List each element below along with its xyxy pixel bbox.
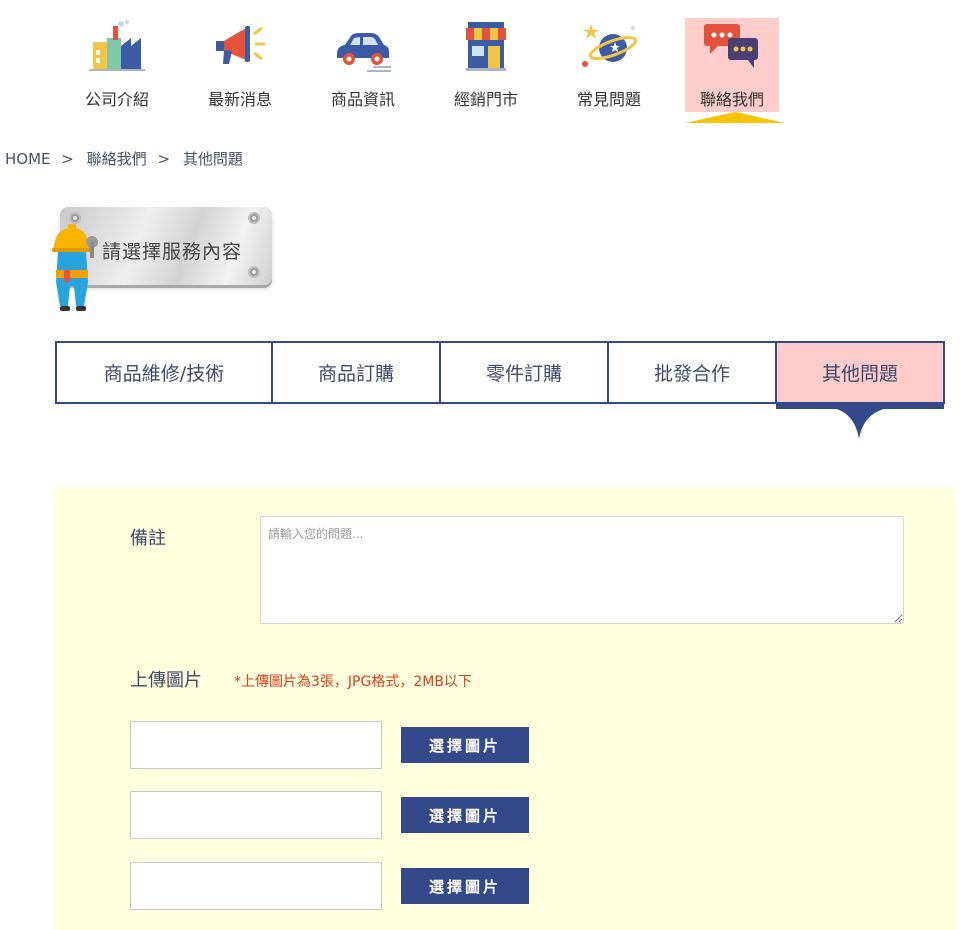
main-nav: 公司介紹 最新消息 商品資訊 經銷門市 常見問題 聯絡我們: [0, 0, 967, 130]
nav-item-company[interactable]: 公司介紹: [70, 18, 164, 112]
nav-label: 公司介紹: [84, 90, 149, 109]
service-plate-label: 請選擇服務內容: [102, 241, 243, 263]
nav-item-contact[interactable]: 聯絡我們: [685, 18, 779, 112]
megaphone-icon: [216, 26, 265, 64]
upload-label: 上傳圖片: [130, 670, 202, 691]
active-tab-pointer-icon: [826, 405, 896, 439]
nav-item-faq[interactable]: 常見問題: [562, 18, 656, 112]
tab-product-order[interactable]: 商品訂購: [273, 341, 441, 404]
upload-file-field-2[interactable]: [130, 791, 382, 839]
choose-image-button-1[interactable]: 選擇圖片: [401, 727, 529, 763]
tab-other[interactable]: 其他問題: [777, 341, 945, 404]
nav-label: 經銷門市: [453, 90, 518, 109]
upload-note: *上傳圖片為3張，JPG格式，2MB以下: [234, 674, 472, 690]
breadcrumb-contact[interactable]: 聯絡我們: [87, 150, 147, 168]
breadcrumb-separator: >: [61, 150, 74, 168]
nav-label: 常見問題: [576, 90, 641, 109]
nav-item-news[interactable]: 最新消息: [193, 18, 287, 112]
tab-wholesale[interactable]: 批發合作: [609, 341, 777, 404]
screw-icon: [248, 266, 260, 278]
choose-image-button-3[interactable]: 選擇圖片: [401, 868, 529, 904]
active-nav-indicator: [685, 112, 785, 123]
upload-file-field-3[interactable]: [130, 862, 382, 910]
breadcrumb-current: 其他問題: [182, 150, 243, 168]
tab-repair-tech[interactable]: 商品維修/技術: [55, 341, 273, 404]
nav-label: 聯絡我們: [699, 90, 764, 109]
chat-bubbles-icon: [704, 24, 758, 68]
worker-mascot-icon: [52, 224, 98, 311]
nav-label: 商品資訊: [330, 90, 395, 109]
choose-image-button-2[interactable]: 選擇圖片: [401, 797, 529, 833]
storefront-icon: [466, 22, 506, 71]
nav-label: 最新消息: [207, 90, 272, 109]
upload-file-field-1[interactable]: [130, 721, 382, 769]
tab-parts-order[interactable]: 零件訂購: [441, 341, 609, 404]
screw-icon: [248, 212, 260, 224]
breadcrumb-separator: >: [157, 150, 171, 168]
nav-item-products[interactable]: 商品資訊: [316, 18, 410, 112]
remark-textarea[interactable]: [260, 516, 904, 624]
factory-icon: [89, 20, 145, 71]
breadcrumb: HOME > 聯絡我們 > 其他問題: [5, 148, 247, 169]
car-icon: [337, 33, 391, 72]
service-tabs: 商品維修/技術 商品訂購 零件訂購 批發合作 其他問題: [55, 341, 945, 404]
breadcrumb-home[interactable]: HOME: [5, 150, 51, 168]
remark-label: 備註: [130, 528, 166, 549]
nav-item-dealers[interactable]: 經銷門市: [439, 18, 533, 112]
planet-icon: [582, 24, 638, 67]
